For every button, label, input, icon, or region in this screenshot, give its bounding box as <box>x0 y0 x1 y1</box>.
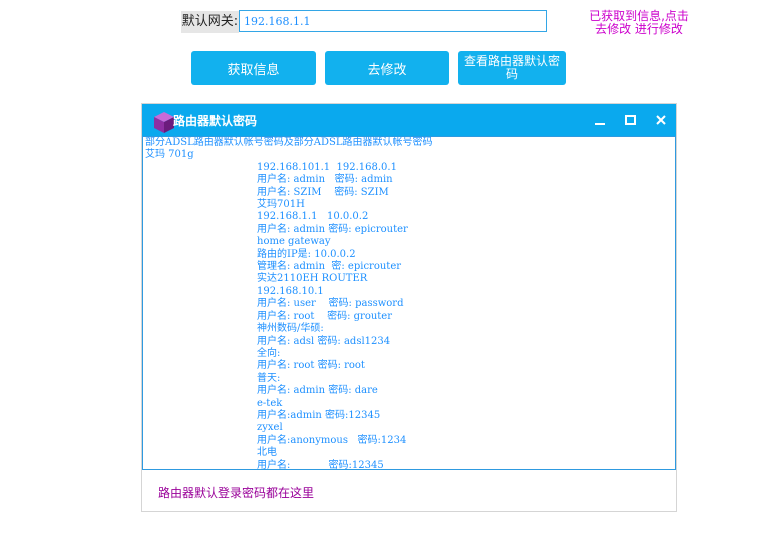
content-line: 全向: <box>257 347 281 359</box>
content-head-line: 艾玛 701g <box>145 149 194 161</box>
default-password-dialog: 路由器默认密码 部分ADSL路由器默认帐号密码及部分ADSL路由器默认帐号密码 … <box>141 103 677 512</box>
content-line: 用户名: SZIM 密码: SZIM <box>257 186 389 198</box>
view-default-password-label-2: 码 <box>505 67 518 81</box>
minimize-icon <box>595 123 605 125</box>
content-line: 用户名: root 密码: root <box>257 360 365 372</box>
view-default-password-button[interactable]: 查看路由器默认密 码 <box>458 51 566 85</box>
content-line: 192.168.10.1 <box>257 285 324 297</box>
content-line: 实达2110EH ROUTER <box>257 273 368 285</box>
password-list-textarea[interactable]: 部分ADSL路由器默认帐号密码及部分ADSL路由器默认帐号密码 艾玛 701g … <box>142 136 676 470</box>
content-line: zyxel <box>257 422 283 434</box>
maximize-button[interactable] <box>618 108 642 132</box>
content-line: 用户名: admin 密码: epicrouter <box>257 223 408 235</box>
content-line: home gateway <box>257 236 331 248</box>
dialog-title: 路由器默认密码 <box>173 114 258 128</box>
gateway-input[interactable] <box>239 10 547 32</box>
content-line: 192.168.101.1 192.168.0.1 <box>257 161 397 173</box>
content-line: 用户名: adsl 密码: adsl1234 <box>257 335 391 347</box>
content-line: 普天: <box>257 372 281 384</box>
dialog-footer-text: 路由器默认登录密码都在这里 <box>158 486 315 500</box>
content-line: 用户名: admin 密码: dare <box>257 385 378 397</box>
content-line: 用户名: user 密码: password <box>257 298 404 310</box>
close-button[interactable] <box>649 108 673 132</box>
content-head-line: 部分ADSL路由器默认帐号密码及部分ADSL路由器默认帐号密码 <box>145 137 433 148</box>
content-line: 用户名: root 密码: grouter <box>257 310 393 322</box>
content-line: 用户名: 密码:12345 <box>257 459 384 470</box>
modify-button[interactable]: 去修改 <box>325 51 449 85</box>
content-line: 用户名:anonymous 密码:1234 <box>257 434 407 446</box>
content-line: 北电 <box>257 447 277 459</box>
content-line: 192.168.1.1 10.0.0.2 <box>257 211 369 223</box>
close-icon <box>656 115 666 125</box>
status-hint: 已获取到信息,点击 去修改 进行修改 <box>578 10 700 36</box>
get-info-button[interactable]: 获取信息 <box>191 51 316 85</box>
dialog-titlebar[interactable]: 路由器默认密码 <box>142 104 676 136</box>
content-line: e-tek <box>257 397 283 409</box>
status-hint-line2: 去修改 进行修改 <box>595 22 683 36</box>
content-line: 艾玛701H <box>257 199 305 211</box>
content-line: 用户名: admin 密码: admin <box>257 174 393 186</box>
maximize-icon <box>625 115 636 125</box>
content-line: 用户名:admin 密码:12345 <box>257 409 381 421</box>
content-line: 神州数码/华硕: <box>257 323 324 335</box>
content-line: 管理名: admin 密: epicrouter <box>257 261 402 273</box>
minimize-button[interactable] <box>588 108 612 132</box>
gateway-label: 默认网关: <box>181 11 239 33</box>
content-line: 路由的IP是: 10.0.0.2 <box>257 248 356 260</box>
